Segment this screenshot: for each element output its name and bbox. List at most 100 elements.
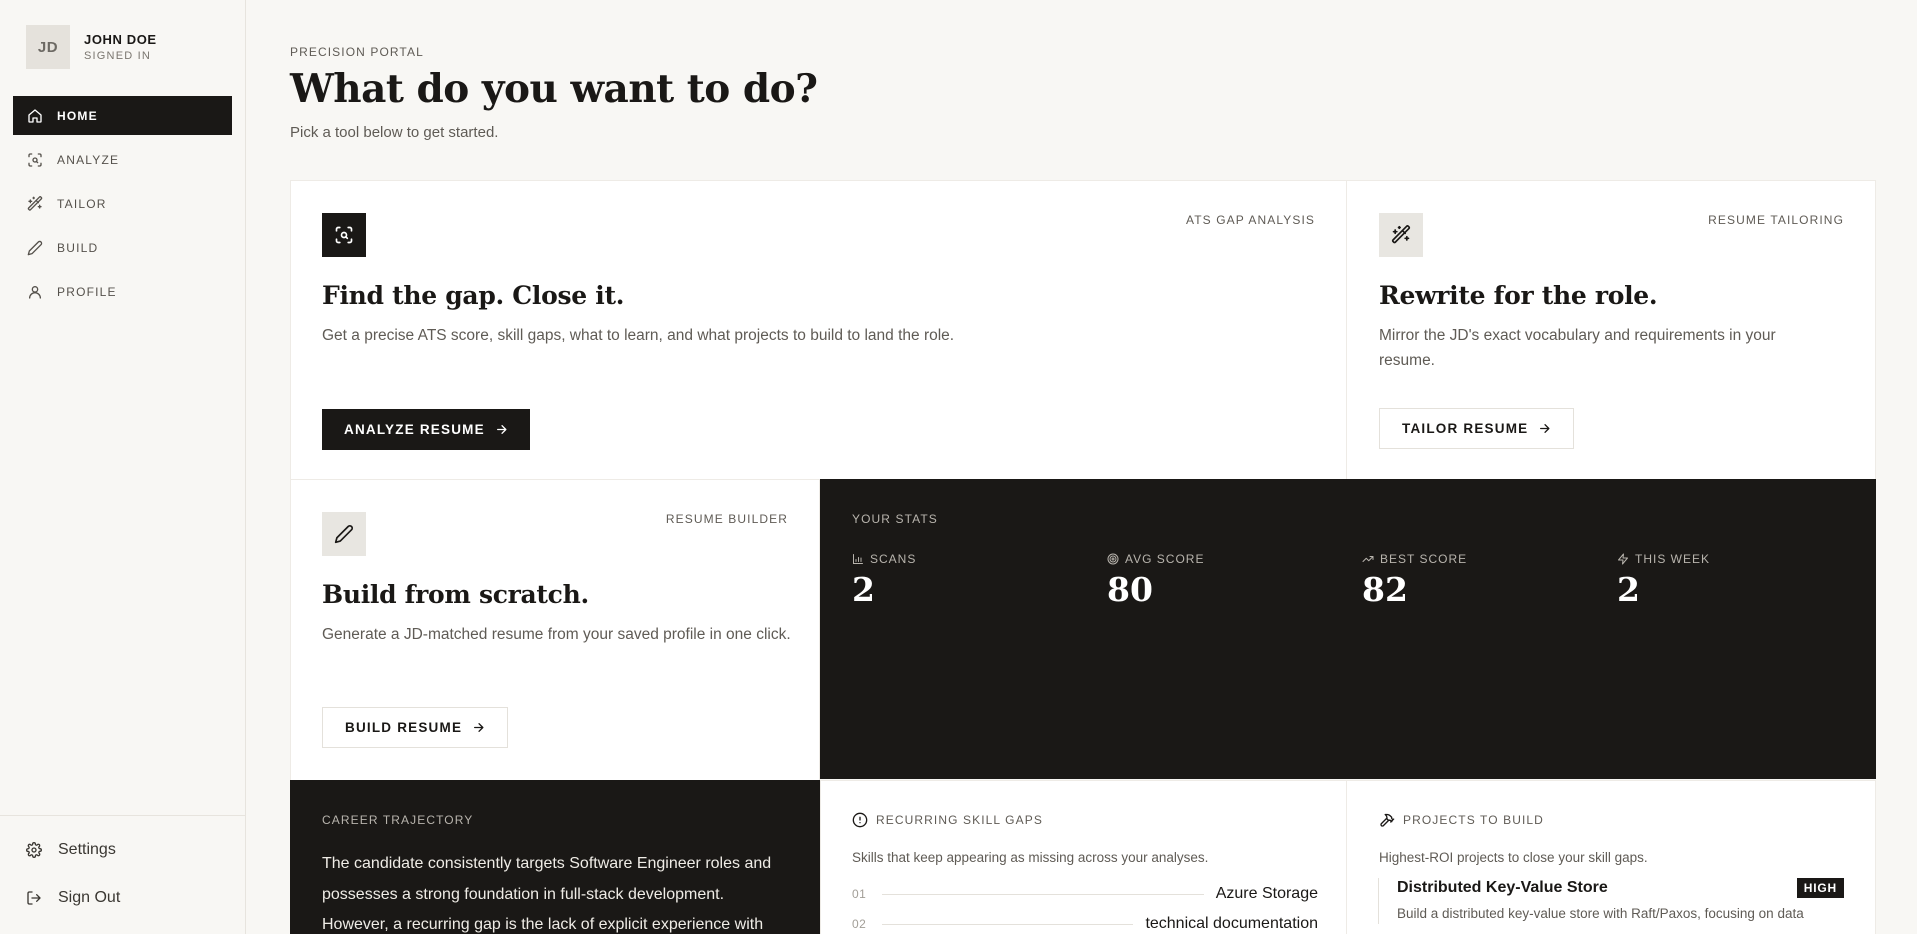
build-card-icon — [322, 512, 366, 556]
analyze-card-icon — [322, 213, 366, 257]
sidebar: JD JOHN DOE SIGNED IN HOME ANALYZE TAILO… — [0, 0, 246, 934]
analyze-card: ATS GAP ANALYSIS Find the gap. Close it.… — [290, 180, 1347, 480]
trajectory-text: The candidate consistently targets Softw… — [322, 855, 772, 933]
build-card: RESUME BUILDER Build from scratch. Gener… — [290, 479, 820, 781]
priority-badge: HIGH — [1796, 878, 1844, 898]
analyze-resume-button[interactable]: ANALYZE RESUME — [322, 409, 530, 450]
card-description: Get a precise ATS score, skill gaps, wha… — [322, 327, 955, 344]
trajectory-label: CAREER TRAJECTORY — [322, 813, 474, 827]
project-description: Build a distributed key-value store with… — [1397, 906, 1804, 921]
page-title: What do you want to do? — [290, 66, 818, 112]
card-description: Generate a JD-matched resume from your s… — [322, 626, 791, 643]
log-out-icon — [27, 891, 41, 905]
card-tag: RESUME BUILDER — [665, 512, 788, 526]
stat-value: 2 — [852, 570, 875, 609]
skill-gaps-header: RECURRING SKILL GAPS — [852, 812, 1043, 828]
skill-gaps-card: RECURRING SKILL GAPS Skills that keep ap… — [820, 780, 1347, 934]
card-tag: RESUME TAILORING — [1708, 213, 1844, 227]
scan-search-icon — [335, 226, 353, 244]
gap-number: 01 — [852, 887, 867, 901]
stat-this-week: THIS WEEK 2 — [1617, 552, 1857, 609]
card-title: Build from scratch. — [322, 580, 589, 609]
gap-name: Azure Storage — [1215, 885, 1318, 902]
scan-search-icon — [28, 152, 42, 167]
stats-card: YOUR STATS SCANS 2 AVG SCORE 80 BEST SCO… — [820, 479, 1876, 779]
stat-best-score: BEST SCORE 82 — [1362, 552, 1602, 609]
sidebar-item-label: ANALYZE — [57, 152, 120, 167]
stat-scans: SCANS 2 — [852, 552, 1092, 609]
career-trajectory-card: CAREER TRAJECTORY The candidate consiste… — [290, 780, 820, 934]
arrow-right-icon — [496, 425, 507, 434]
gear-icon — [26, 842, 42, 858]
stat-value: 82 — [1362, 570, 1408, 609]
card-description: Mirror the JD's exact vocabulary and req… — [1379, 327, 1776, 369]
divider — [882, 893, 1204, 895]
button-label: TAILOR RESUME — [1402, 421, 1529, 436]
project-item[interactable]: Distributed Key-Value Store HIGH Build a… — [1378, 878, 1844, 924]
projects-header: PROJECTS TO BUILD — [1379, 812, 1544, 828]
tailor-card-icon — [1379, 213, 1423, 257]
sidebar-item-tailor[interactable]: TAILOR — [13, 184, 232, 223]
target-icon — [1107, 553, 1119, 565]
list-item: 01 Azure Storage — [852, 884, 1318, 904]
main-nav: HOME ANALYZE TAILOR BUILD PROFILE — [13, 96, 232, 316]
section-label: RECURRING SKILL GAPS — [876, 813, 1043, 827]
page-subtitle: Pick a tool below to get started. — [290, 124, 499, 141]
tailor-resume-button[interactable]: TAILOR RESUME — [1379, 408, 1575, 449]
stat-value: 80 — [1107, 570, 1153, 609]
section-description: Skills that keep appearing as missing ac… — [852, 850, 1209, 865]
stat-label: THIS WEEK — [1635, 552, 1711, 566]
sidebar-item-profile[interactable]: PROFILE — [13, 272, 232, 311]
card-title: Rewrite for the role. — [1379, 281, 1658, 310]
trending-up-icon — [1362, 556, 1374, 562]
sign-out-label: Sign Out — [58, 889, 121, 906]
bar-chart-icon — [853, 554, 863, 564]
arrow-right-icon — [474, 723, 484, 732]
section-description: Highest-ROI projects to close your skill… — [1379, 850, 1648, 865]
button-label: BUILD RESUME — [345, 720, 463, 735]
stat-label: AVG SCORE — [1125, 552, 1205, 566]
magic-wand-icon — [27, 195, 43, 211]
gap-name: technical documentation — [1145, 915, 1318, 932]
home-icon — [28, 108, 42, 123]
alert-circle-icon — [852, 812, 868, 828]
arrow-right-icon — [1540, 424, 1550, 433]
stats-label: YOUR STATS — [852, 512, 938, 526]
pen-icon — [27, 240, 43, 255]
magic-wand-icon — [1391, 225, 1411, 244]
gap-number: 02 — [852, 917, 867, 931]
user-status: SIGNED IN — [84, 50, 152, 62]
section-label: PROJECTS TO BUILD — [1403, 813, 1544, 827]
sidebar-footer: Settings Sign Out — [0, 815, 246, 922]
hammer-icon — [1380, 813, 1395, 827]
sidebar-item-build[interactable]: BUILD — [13, 228, 232, 267]
avatar: JD — [26, 25, 70, 69]
projects-card: PROJECTS TO BUILD Highest-ROI projects t… — [1346, 780, 1876, 934]
stat-value: 2 — [1617, 570, 1640, 609]
sidebar-item-label: HOME — [57, 108, 98, 123]
sidebar-item-label: TAILOR — [57, 196, 107, 211]
zap-icon — [1618, 553, 1628, 565]
card-tag: ATS GAP ANALYSIS — [1186, 213, 1315, 227]
button-label: ANALYZE RESUME — [344, 422, 485, 437]
build-resume-button[interactable]: BUILD RESUME — [322, 707, 509, 748]
sign-out-link[interactable]: Sign Out — [26, 874, 246, 922]
user-block: JD JOHN DOE SIGNED IN — [26, 25, 157, 69]
settings-link[interactable]: Settings — [26, 826, 246, 874]
stat-avg-score: AVG SCORE 80 — [1107, 552, 1347, 609]
page-eyebrow: PRECISION PORTAL — [290, 45, 424, 59]
stat-label: BEST SCORE — [1380, 552, 1468, 566]
pen-icon — [334, 525, 353, 544]
sidebar-item-analyze[interactable]: ANALYZE — [13, 140, 232, 179]
sidebar-item-label: BUILD — [57, 240, 99, 255]
project-name: Distributed Key-Value Store — [1397, 879, 1608, 896]
tailor-card: RESUME TAILORING Rewrite for the role. M… — [1346, 180, 1876, 480]
user-icon — [29, 285, 41, 299]
sidebar-item-label: PROFILE — [57, 284, 117, 299]
list-item: 02 technical documentation — [852, 914, 1318, 934]
user-name: JOHN DOE — [84, 32, 157, 47]
stat-label: SCANS — [870, 552, 917, 566]
sidebar-item-home[interactable]: HOME — [13, 96, 232, 135]
divider — [882, 923, 1134, 925]
card-title: Find the gap. Close it. — [322, 281, 625, 310]
